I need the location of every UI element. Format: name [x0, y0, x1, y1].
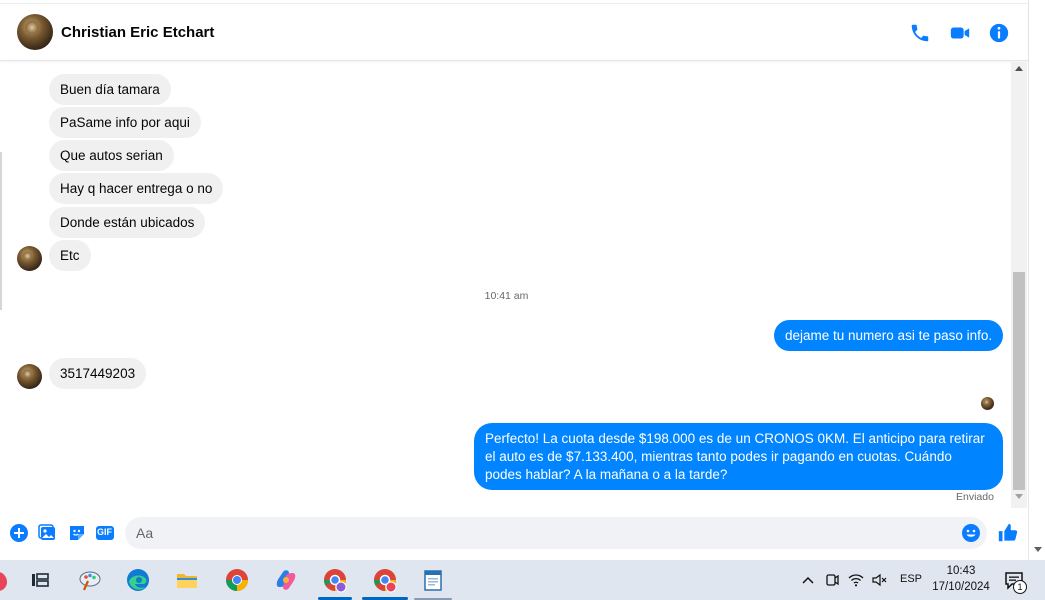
- outgoing-message[interactable]: Perfecto! La cuota desde $198.000 es de …: [474, 423, 1003, 490]
- app-partial-icon[interactable]: [0, 567, 10, 593]
- thumbs-up-icon[interactable]: [997, 522, 1019, 544]
- image-gallery-icon[interactable]: [38, 523, 58, 543]
- clock-time: 10:43: [946, 565, 976, 577]
- plus-icon[interactable]: [9, 523, 29, 543]
- file-explorer-icon[interactable]: [174, 567, 200, 593]
- incoming-message[interactable]: Etc: [49, 240, 91, 271]
- contact-avatar[interactable]: [17, 14, 53, 50]
- gif-icon[interactable]: GIF: [95, 523, 115, 543]
- chat-header: Christian Eric Etchart: [0, 4, 1028, 61]
- message-input[interactable]: [136, 517, 956, 549]
- incoming-message[interactable]: Donde están ubicados: [49, 207, 206, 238]
- meet-now-icon[interactable]: [824, 572, 840, 588]
- edge-browser-icon[interactable]: [125, 567, 151, 593]
- wifi-icon[interactable]: [848, 572, 864, 588]
- incoming-message[interactable]: PaSame info por aqui: [49, 107, 201, 138]
- message-scrollbar[interactable]: [1011, 62, 1027, 508]
- keyboard-language[interactable]: ESP: [900, 573, 922, 585]
- emoji-icon[interactable]: [961, 523, 981, 543]
- chrome-profile-icon[interactable]: [322, 567, 348, 593]
- page-scroll-down-arrow[interactable]: [1034, 547, 1042, 552]
- paint-app-icon[interactable]: [77, 567, 103, 593]
- chevron-up-icon[interactable]: [800, 572, 816, 588]
- scroll-thumb[interactable]: [1013, 272, 1025, 490]
- info-icon[interactable]: [988, 22, 1010, 44]
- outgoing-message[interactable]: dejame tu numero asi te paso info.: [774, 320, 1004, 351]
- phone-call-icon[interactable]: [909, 22, 931, 44]
- incoming-message[interactable]: Hay q hacer entrega o no: [49, 173, 224, 204]
- clock-date: 17/10/2024: [932, 581, 990, 593]
- sender-avatar[interactable]: [17, 246, 42, 271]
- chrome-browser-icon[interactable]: [224, 567, 250, 593]
- contact-name[interactable]: Christian Eric Etchart: [61, 24, 214, 41]
- message-input-container: [125, 517, 987, 549]
- message-list: Buen día tamara PaSame info por aqui Que…: [0, 62, 1010, 508]
- chrome-active-profile-icon[interactable]: [372, 567, 398, 593]
- task-view-icon[interactable]: [27, 567, 53, 593]
- sender-avatar[interactable]: [17, 364, 42, 389]
- chat-window: Christian Eric Etchart Buen día tamara P…: [0, 0, 1045, 560]
- video-call-icon[interactable]: [949, 22, 971, 44]
- right-edge-divider: [1028, 0, 1029, 560]
- scroll-up-arrow[interactable]: [1015, 66, 1023, 71]
- scroll-down-arrow[interactable]: [1015, 494, 1023, 499]
- incoming-message[interactable]: Que autos serian: [49, 140, 174, 171]
- taskbar-clock[interactable]: 10:43 17/10/2024: [928, 563, 994, 595]
- seen-indicator-avatar: [981, 397, 994, 410]
- volume-muted-icon[interactable]: [871, 572, 887, 588]
- message-composer: GIF: [0, 510, 1028, 558]
- incoming-message[interactable]: Buen día tamara: [49, 74, 171, 105]
- incoming-message[interactable]: 3517449203: [49, 358, 147, 389]
- windows-taskbar: ESP 10:43 17/10/2024 1: [0, 560, 1045, 600]
- sticker-icon[interactable]: [67, 523, 87, 543]
- notification-badge: 1: [1013, 580, 1027, 594]
- copilot-icon[interactable]: [273, 567, 299, 593]
- gif-label: GIF: [97, 527, 112, 537]
- notepad-app-icon[interactable]: [420, 567, 446, 593]
- message-timestamp: 10:41 am: [484, 290, 529, 302]
- message-status: Enviado: [956, 491, 994, 503]
